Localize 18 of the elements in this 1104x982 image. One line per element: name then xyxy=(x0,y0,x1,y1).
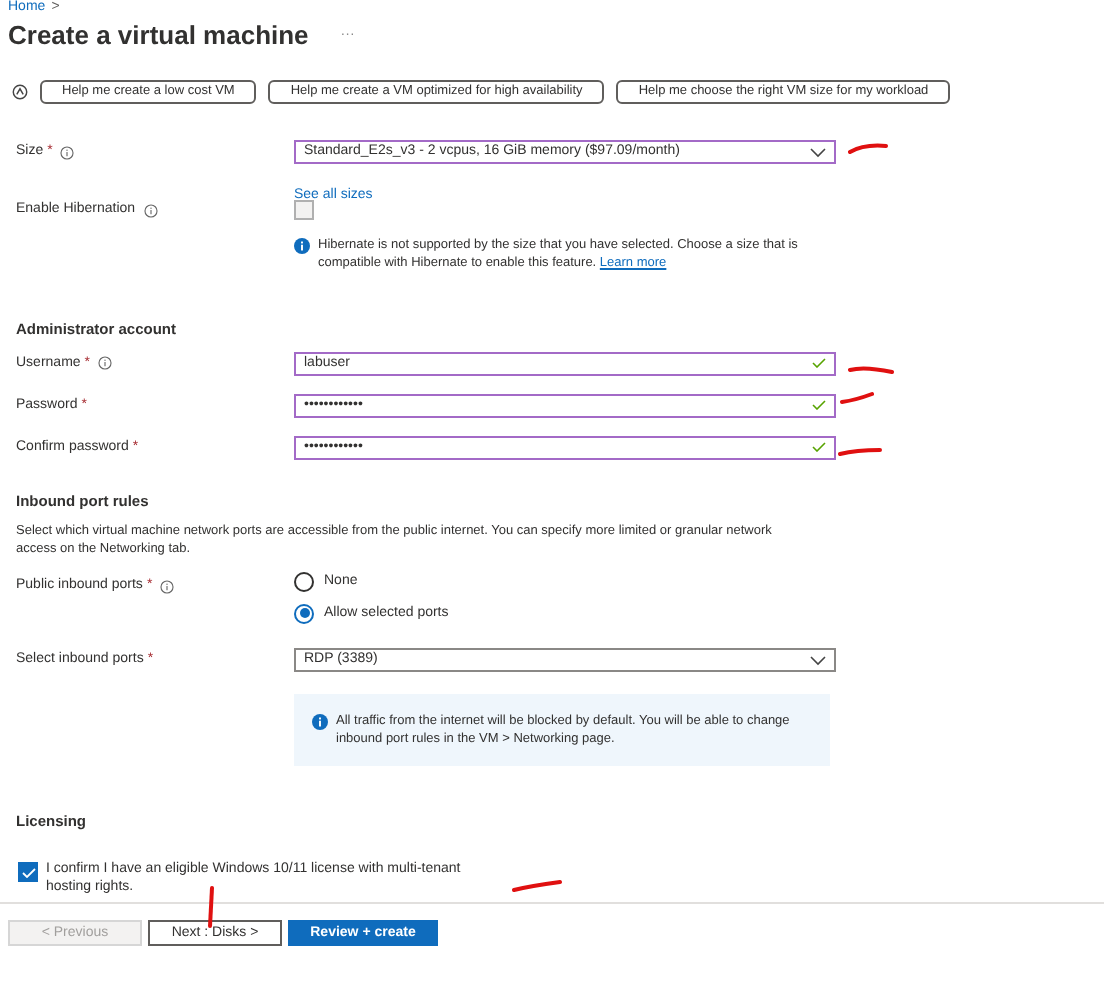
info-icon xyxy=(294,237,310,253)
chevron-down-icon xyxy=(810,147,826,157)
info-icon xyxy=(312,714,328,730)
annotation-stroke xyxy=(206,886,214,928)
checkmark-icon xyxy=(812,358,826,369)
checkmark-icon xyxy=(812,400,826,411)
checkmark-icon xyxy=(812,442,826,453)
chevron-down-icon xyxy=(810,655,826,665)
annotation-stroke xyxy=(838,444,882,456)
annotation-stroke xyxy=(840,390,874,406)
page-title: Create a virtual machine xyxy=(8,18,309,55)
annotation-stroke xyxy=(848,364,894,376)
annotation-stroke xyxy=(848,142,888,154)
license-checkbox[interactable] xyxy=(18,862,38,883)
checkmark-icon xyxy=(21,867,35,878)
annotation-stroke xyxy=(512,878,562,894)
radio-button[interactable] xyxy=(294,603,314,624)
radio-button[interactable] xyxy=(294,572,314,593)
